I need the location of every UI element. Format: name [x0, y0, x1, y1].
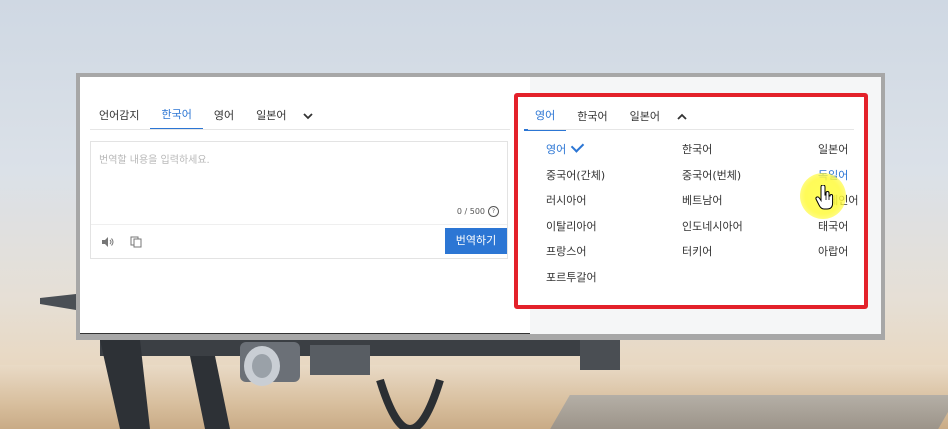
source-input-placeholder[interactable]: 번역할 내용을 입력하세요.	[99, 151, 210, 166]
hand-cursor-icon	[815, 185, 834, 210]
lang-option-chinese-traditional[interactable]: 중국어(번체)	[682, 167, 741, 183]
character-counter: 0 / 500 ?	[457, 206, 499, 217]
background-road	[550, 395, 948, 429]
screenshot-frame: 언어감지 한국어 영어 일본어 번역할 내용을 입력하세요. 0 / 500 ?	[76, 73, 885, 340]
lang-option-chinese-simplified[interactable]: 중국어(간체)	[546, 167, 605, 183]
tab-target-english[interactable]: 영어	[524, 103, 567, 131]
chevron-up-icon[interactable]	[677, 112, 687, 122]
lang-option-french[interactable]: 프랑스어	[546, 243, 586, 259]
counter-text: 0 / 500	[456, 207, 485, 216]
lang-option-japanese[interactable]: 일본어	[818, 141, 848, 157]
tab-japanese[interactable]: 일본어	[245, 103, 297, 129]
target-language-tabs: 영어 한국어 일본어	[524, 103, 687, 131]
tab-english[interactable]: 영어	[203, 103, 245, 129]
tab-target-japanese[interactable]: 일본어	[619, 104, 671, 130]
lang-option-english[interactable]: 영어	[546, 139, 585, 157]
translator-panel: 언어감지 한국어 영어 일본어 번역할 내용을 입력하세요. 0 / 500 ?	[80, 77, 881, 334]
dropdown-divider	[528, 129, 854, 130]
source-text-box[interactable]: 번역할 내용을 입력하세요. 0 / 500 ? 번역하기	[90, 141, 508, 259]
tab-language-detect[interactable]: 언어감지	[88, 103, 150, 129]
lang-option-italian[interactable]: 이탈리아어	[546, 218, 597, 234]
chevron-down-icon[interactable]	[303, 111, 314, 121]
speaker-icon[interactable]	[101, 236, 115, 248]
lang-option-indonesian[interactable]: 인도네시아어	[682, 218, 743, 234]
help-icon[interactable]: ?	[488, 206, 499, 217]
lang-option-korean[interactable]: 한국어	[682, 141, 712, 157]
source-language-tabs: 언어감지 한국어 영어 일본어	[88, 102, 314, 130]
lang-option-turkish[interactable]: 터키어	[682, 243, 712, 259]
lang-option-portuguese[interactable]: 포르투갈어	[546, 269, 597, 285]
tab-korean[interactable]: 한국어	[150, 102, 203, 130]
copy-icon[interactable]	[129, 236, 143, 248]
lang-option-russian[interactable]: 러시아어	[546, 192, 586, 208]
tab-target-korean[interactable]: 한국어	[566, 104, 618, 130]
tab-divider	[90, 129, 510, 130]
input-toolbar-divider	[91, 224, 507, 225]
check-icon	[571, 139, 585, 153]
lang-option-thai[interactable]: 태국어	[818, 218, 848, 234]
lang-option-label: 영어	[546, 143, 567, 156]
lang-option-vietnamese[interactable]: 베트남어	[682, 192, 722, 208]
lang-option-arabic[interactable]: 아랍어	[818, 243, 848, 259]
translate-button[interactable]: 번역하기	[445, 228, 507, 254]
